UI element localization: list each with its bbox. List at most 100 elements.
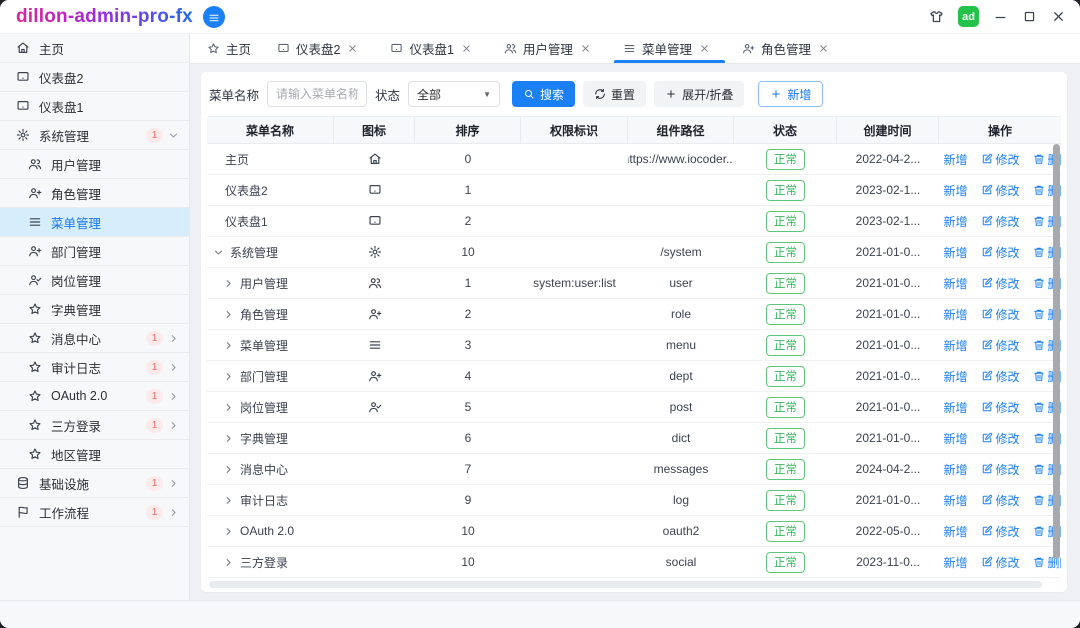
search-button[interactable]: 搜索 <box>512 81 576 107</box>
sidebar-item[interactable]: 基础设施 1 <box>0 469 189 498</box>
theme-tshirt-icon[interactable] <box>929 9 944 24</box>
sidebar-item[interactable]: 岗位管理 <box>0 266 189 295</box>
sidebar-item[interactable]: 角色管理 <box>0 179 189 208</box>
expand-toggle-icon[interactable] <box>223 309 234 320</box>
row-edit-link[interactable]: 修改 <box>981 244 1020 261</box>
tab-用户管理[interactable]: 用户管理 <box>491 34 610 63</box>
cell-permission <box>521 206 628 236</box>
row-edit-link[interactable]: 修改 <box>981 213 1020 230</box>
add-button[interactable]: 新增 <box>758 81 824 107</box>
close-tab-icon[interactable] <box>347 43 358 54</box>
trash-icon <box>1033 401 1045 413</box>
sidebar-item[interactable]: 系统管理 1 <box>0 121 189 150</box>
cell-status: 正常 <box>734 299 837 329</box>
tab-角色管理[interactable]: 角色管理 <box>729 34 848 63</box>
row-add-link[interactable]: 新增 <box>939 368 967 385</box>
table-row: 系统管理10/system正常2021-01-0...新增修改删除 <box>207 237 1061 268</box>
row-edit-link[interactable]: 修改 <box>981 275 1020 292</box>
cell-icon <box>334 237 415 267</box>
sidebar-item[interactable]: 字典管理 <box>0 295 189 324</box>
sidebar-item[interactable]: 工作流程 1 <box>0 498 189 527</box>
expand-toggle-icon[interactable] <box>223 433 234 444</box>
sidebar-item[interactable]: 菜单管理 <box>0 208 189 237</box>
row-add-link[interactable]: 新增 <box>939 213 967 230</box>
row-edit-link[interactable]: 修改 <box>981 399 1020 416</box>
menu-name-input[interactable] <box>267 81 368 107</box>
expand-collapse-button[interactable]: 展开/折叠 <box>654 81 745 107</box>
row-edit-link[interactable]: 修改 <box>981 523 1020 540</box>
row-add-link[interactable]: 新增 <box>939 337 967 354</box>
op-label: 新增 <box>943 524 968 539</box>
close-window-button[interactable] <box>1051 9 1066 24</box>
expand-toggle-icon[interactable] <box>223 495 234 506</box>
row-add-link[interactable]: 新增 <box>939 461 967 478</box>
row-edit-link[interactable]: 修改 <box>981 461 1020 478</box>
horizontal-scrollbar[interactable] <box>209 581 1042 588</box>
notification-badge: 1 <box>146 359 163 375</box>
row-edit-link[interactable]: 修改 <box>981 182 1020 199</box>
sidebar-item[interactable]: 三方登录 1 <box>0 411 189 440</box>
close-tab-icon[interactable] <box>580 43 591 54</box>
user-avatar[interactable]: ad <box>958 6 979 27</box>
row-add-link[interactable]: 新增 <box>939 399 967 416</box>
tab-菜单管理[interactable]: 菜单管理 <box>610 34 729 63</box>
sidebar-item[interactable]: 审计日志 1 <box>0 353 189 382</box>
status-select[interactable]: 全部 ▼ <box>408 81 501 107</box>
cell-actions: 新增修改删除 <box>939 423 1061 453</box>
row-add-link[interactable]: 新增 <box>939 430 967 447</box>
cell-status: 正常 <box>734 578 837 579</box>
vertical-scrollbar[interactable] <box>1053 144 1060 559</box>
expand-toggle-icon[interactable] <box>213 247 224 258</box>
trash-icon <box>1033 184 1045 196</box>
maximize-button[interactable] <box>1022 9 1037 24</box>
row-edit-link[interactable]: 修改 <box>981 337 1020 354</box>
row-add-link[interactable]: 新增 <box>939 275 967 292</box>
row-edit-link[interactable]: 修改 <box>981 151 1020 168</box>
sidebar-toggle-button[interactable] <box>202 5 225 28</box>
sidebar-item[interactable]: 仪表盘1 <box>0 92 189 121</box>
tab-仪表盘2[interactable]: 仪表盘2 <box>264 34 377 63</box>
cell-permission <box>521 361 628 391</box>
sidebar-item[interactable]: OAuth 2.0 1 <box>0 382 189 411</box>
expand-toggle-icon[interactable] <box>223 278 234 289</box>
row-edit-link[interactable]: 修改 <box>981 306 1020 323</box>
row-add-link[interactable]: 新增 <box>939 182 967 199</box>
row-add-link[interactable]: 新增 <box>939 523 968 540</box>
cell-status: 正常 <box>734 175 837 205</box>
sidebar-item[interactable]: 仪表盘2 <box>0 63 189 92</box>
row-edit-link[interactable]: 修改 <box>981 430 1020 447</box>
row-add-link[interactable]: 新增 <box>939 244 967 261</box>
cell-icon <box>334 485 415 515</box>
sidebar-item[interactable]: 消息中心 1 <box>0 324 189 353</box>
expand-toggle-icon[interactable] <box>223 464 234 475</box>
row-add-link[interactable]: 新增 <box>939 151 967 168</box>
row-edit-link[interactable]: 修改 <box>981 554 1020 571</box>
status-badge: 正常 <box>766 210 805 232</box>
expand-toggle-icon[interactable] <box>223 557 234 568</box>
close-tab-icon[interactable] <box>461 43 472 54</box>
row-edit-link[interactable]: 修改 <box>981 368 1020 385</box>
row-edit-link[interactable]: 修改 <box>981 492 1020 509</box>
reset-button[interactable]: 重置 <box>583 81 647 107</box>
close-tab-icon[interactable] <box>818 43 829 54</box>
close-tab-icon[interactable] <box>699 43 710 54</box>
cell-actions: 新增修改删除 <box>939 237 1061 267</box>
tab-主页[interactable]: 主页 <box>194 34 264 63</box>
row-add-link[interactable]: 新增 <box>939 492 967 509</box>
tab-仪表盘1[interactable]: 仪表盘1 <box>377 34 490 63</box>
minimize-button[interactable] <box>993 9 1008 24</box>
sidebar-item[interactable]: 部门管理 <box>0 237 189 266</box>
expand-toggle-icon[interactable] <box>223 402 234 413</box>
sidebar-item[interactable]: 地区管理 <box>0 440 189 469</box>
cell-menu-name: 地区管理 <box>207 578 334 579</box>
cell-sort: 0 <box>464 152 472 166</box>
expand-toggle-icon[interactable] <box>223 340 234 351</box>
sidebar-item[interactable]: 主页 <box>0 34 189 63</box>
row-add-link[interactable]: 新增 <box>939 554 967 571</box>
expand-toggle-icon[interactable] <box>223 526 234 537</box>
sidebar-item[interactable]: 用户管理 <box>0 150 189 179</box>
expand-toggle-icon[interactable] <box>223 371 234 382</box>
row-add-link[interactable]: 新增 <box>939 306 967 323</box>
cell-permission <box>521 454 628 484</box>
cell-actions: 新增修改删除 <box>939 361 1061 391</box>
